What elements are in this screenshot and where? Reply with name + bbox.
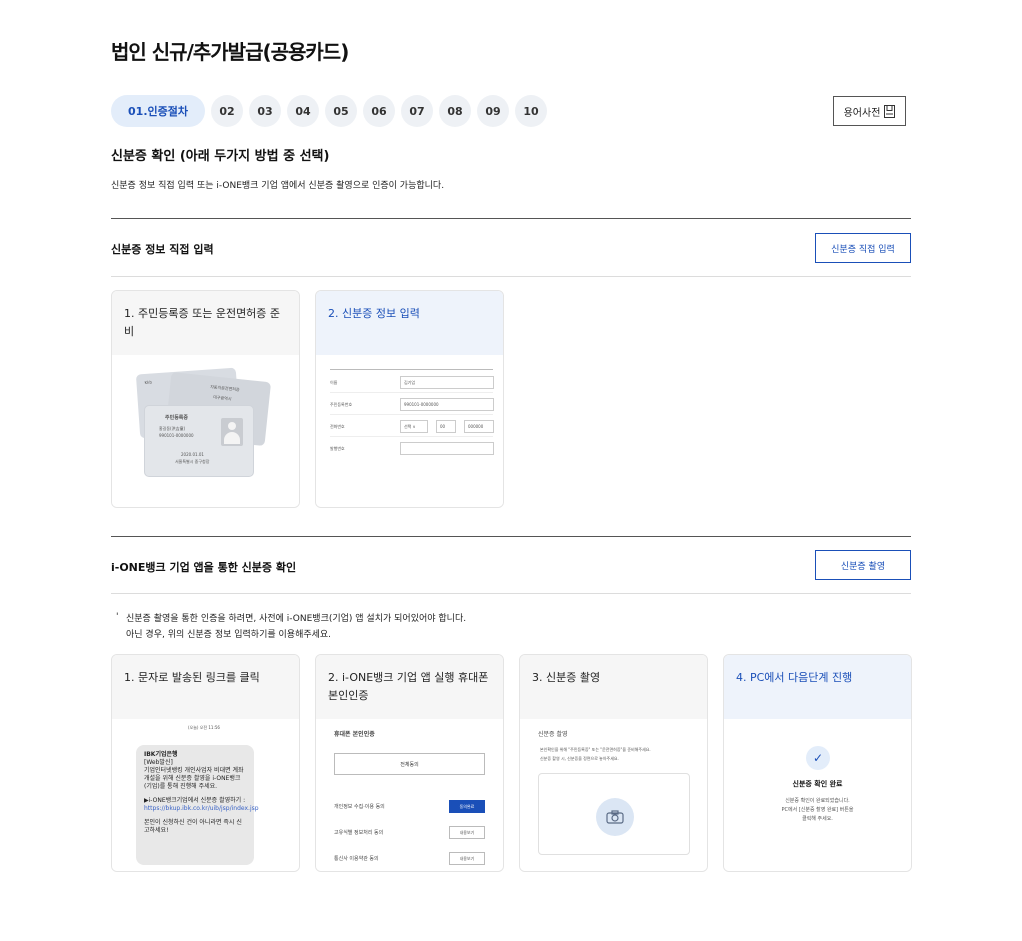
form-row-issue-no: 발행번호: [330, 439, 494, 459]
form-row-rrn: 주민등록번호 990101-0000000: [330, 395, 494, 415]
card-title: 1. 주민등록증 또는 운전면허증 준비: [112, 291, 299, 355]
glossary-button[interactable]: 용어사전: [833, 96, 906, 126]
guide-card-enter-id-info: 2. 신분증 정보 입력 이름 김기업 주민등록번호 990101-000000…: [315, 290, 504, 508]
step-02[interactable]: 02: [211, 95, 243, 127]
step-06[interactable]: 06: [363, 95, 395, 127]
card-title: 4. PC에서 다음단계 진행: [724, 655, 911, 719]
guide-card-phone-auth: 2. i-ONE뱅크 기업 앱 실행 휴대폰 본인인증 휴대폰 본인인증 전체동…: [315, 654, 504, 872]
step-09[interactable]: 09: [477, 95, 509, 127]
done-desc: 신분증 확인이 완료되었습니다. PC에서 [신분증 촬영 완료] 버튼을 클릭…: [781, 798, 854, 822]
section-description: 신분증 정보 직접 입력 또는 i-ONE뱅크 기업 앱에서 신분증 촬영으로 …: [111, 181, 445, 191]
notice-line-1: 신분증 촬영을 통한 인증을 하려면, 사전에 i-ONE뱅크(기업) 앱 설치…: [126, 614, 467, 624]
check-icon: ✓: [806, 746, 830, 770]
divider: [111, 218, 911, 219]
card-title: 2. i-ONE뱅크 기업 앱 실행 휴대폰 본인인증: [316, 655, 503, 719]
step-04[interactable]: 04: [287, 95, 319, 127]
id-form-illustration: 이름 김기업 주민등록번호 990101-0000000 전화번호 선택 ∨ 0…: [316, 355, 503, 507]
phone-auth-illustration: 휴대폰 본인인증 전체동의 개인정보 수집·이용 동의 동의완료 고유식별 정보…: [316, 719, 503, 871]
id-photo: [221, 418, 243, 446]
guide-card-capture-id: 3. 신분증 촬영 신분증 촬영 본인확인을 위해 "주민등록증" 또는 "운전…: [519, 654, 708, 872]
direct-input-button[interactable]: 신분증 직접 입력: [815, 233, 911, 263]
card-title: 3. 신분증 촬영: [520, 655, 707, 719]
step-indicator: 01.인증절차 02 03 04 05 06 07 08 09 10: [111, 95, 547, 127]
step-03[interactable]: 03: [249, 95, 281, 127]
step-07[interactable]: 07: [401, 95, 433, 127]
resident-id-card: 주민등록증 홍길동(洪吉童) 990101-0000000 2020.01.01…: [144, 405, 254, 477]
app-notice: ' 신분증 촬영을 통한 인증을 하려면, 사전에 i-ONE뱅크(기업) 앱 …: [116, 611, 466, 643]
id-capture-button[interactable]: 신분증 촬영: [815, 550, 911, 580]
camera-frame: [538, 773, 690, 855]
page-title: 법인 신규/추가발급(공용카드): [111, 40, 349, 64]
divider: [111, 593, 911, 594]
sms-link[interactable]: https://bkup.ibk.co.kr/uib/jsp/index.jsp: [144, 805, 259, 812]
sms-bubble: IBK기업은행 [Web발신] 기업인터넷뱅킹 개인사업자 비대면 계좌개설을 …: [136, 745, 259, 865]
form-row-name: 이름 김기업: [330, 373, 494, 393]
sms-illustration: (오늘) 오전 11:56 IBK기업은행 [Web발신] 기업인터넷뱅킹 개인…: [112, 719, 299, 871]
guide-card-sms-link: 1. 문자로 발송된 링크를 클릭 (오늘) 오전 11:56 IBK기업은행 …: [111, 654, 300, 872]
guide-card-prepare-id: 1. 주민등록증 또는 운전면허증 준비 Kkb 자동차운전면허증 대구광역시 …: [111, 290, 300, 508]
divider: [111, 276, 911, 277]
book-icon: [884, 104, 896, 118]
done-title: 신분증 확인 완료: [792, 780, 843, 788]
step-10[interactable]: 10: [515, 95, 547, 127]
direct-input-title: 신분증 정보 직접 입력: [111, 243, 214, 256]
divider: [111, 536, 911, 537]
app-auth-title: i-ONE뱅크 기업 앱을 통한 신분증 확인: [111, 561, 297, 574]
guide-card-next-step-pc: 4. PC에서 다음단계 진행 ✓ 신분증 확인 완료 신분증 확인이 완료되었…: [723, 654, 912, 872]
notice-line-2: 아닌 경우, 위의 신분증 정보 입력하기를 이용해주세요.: [126, 630, 332, 640]
glossary-label: 용어사전: [843, 107, 881, 119]
form-row-phone: 전화번호 선택 ∨ 00 000000: [330, 417, 494, 437]
camera-icon: [596, 798, 634, 836]
agree-all-box: 전체동의: [334, 753, 485, 775]
id-card-illustration: Kkb 자동차운전면허증 대구광역시 주민등록증 홍길동(洪吉童) 990101…: [112, 355, 299, 507]
step-01[interactable]: 01.인증절차: [111, 95, 205, 127]
step-08[interactable]: 08: [439, 95, 471, 127]
done-illustration: ✓ 신분증 확인 완료 신분증 확인이 완료되었습니다. PC에서 [신분증 촬…: [724, 719, 911, 871]
card-title: 1. 문자로 발송된 링크를 클릭: [112, 655, 299, 719]
step-05[interactable]: 05: [325, 95, 357, 127]
section-title: 신분증 확인 (아래 두가지 방법 중 선택): [111, 149, 330, 164]
card-title: 2. 신분증 정보 입력: [316, 291, 503, 355]
capture-illustration: 신분증 촬영 본인확인을 위해 "주민등록증" 또는 "운전면허증"을 준비해주…: [520, 719, 707, 871]
